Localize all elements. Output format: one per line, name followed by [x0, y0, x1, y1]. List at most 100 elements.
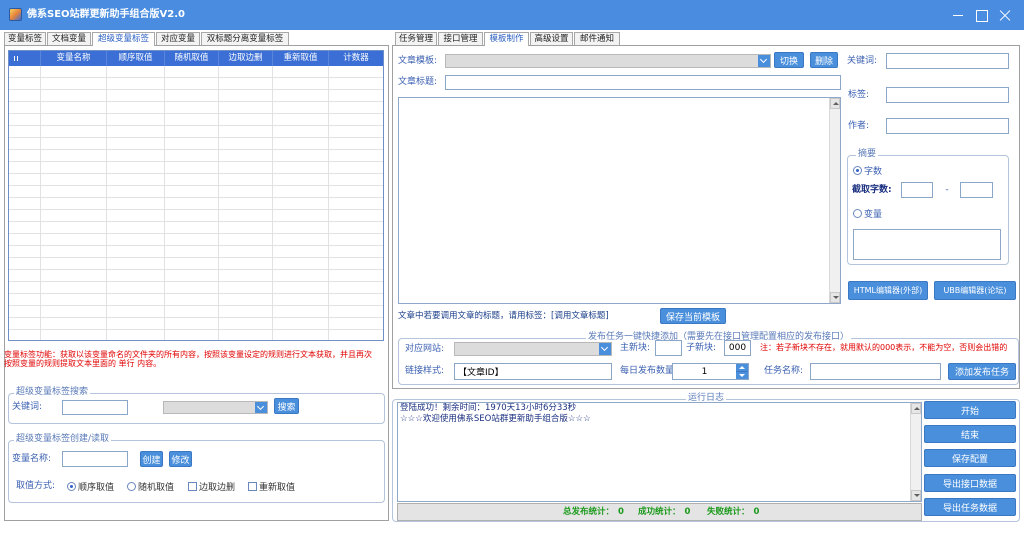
checkbox-take-and-delete[interactable]: [188, 482, 197, 491]
abstract-variable-textarea[interactable]: [853, 229, 1001, 260]
mode-option-sequential[interactable]: 顺序取值: [67, 480, 114, 493]
col-header-sequential[interactable]: 顺序取值: [107, 51, 165, 66]
search-keyword-label: 关键词:: [12, 402, 43, 412]
scroll-down-icon[interactable]: [911, 490, 921, 501]
stepper-up-icon[interactable]: [736, 364, 748, 372]
tab-api-management[interactable]: 接口管理: [438, 32, 483, 45]
chevron-down-icon[interactable]: [599, 343, 611, 355]
save-template-button[interactable]: 保存当前模板: [660, 308, 726, 324]
abstract-option-variable[interactable]: 变量: [853, 207, 883, 220]
export-task-data-button[interactable]: 导出任务数据: [924, 498, 1016, 516]
mode-option-reset[interactable]: 重新取值: [248, 480, 295, 493]
tags-input[interactable]: [886, 87, 1009, 103]
fail-value: 0: [753, 507, 760, 517]
checkbox-reset[interactable]: [248, 482, 257, 491]
minimize-icon[interactable]: [950, 8, 966, 22]
save-config-button[interactable]: 保存配置: [924, 449, 1016, 467]
mode-option-random[interactable]: 随机取值: [127, 480, 174, 493]
col-header-random[interactable]: 随机取值: [165, 51, 219, 66]
scroll-up-icon[interactable]: [911, 403, 921, 414]
sub-block-note: 注：若子新块不存在，就用默认的000表示，不能为空，否则会出错的: [760, 343, 1008, 352]
task-name-input[interactable]: [810, 363, 941, 380]
body-scrollbar[interactable]: [829, 98, 840, 303]
daily-count-stepper[interactable]: 1: [672, 363, 749, 380]
chevron-down-icon[interactable]: [758, 55, 770, 67]
row-header-corner-icon[interactable]: [9, 51, 41, 66]
radio-random[interactable]: [127, 482, 136, 491]
length-max-input[interactable]: [960, 182, 993, 198]
mode-option-label: 随机取值: [138, 483, 175, 493]
length-range-label: 截取字数:: [852, 185, 892, 195]
value-mode-label: 取值方式:: [16, 481, 56, 491]
article-body-editor[interactable]: [398, 97, 841, 304]
tags-label: 标签:: [848, 90, 870, 100]
log-scrollbar[interactable]: [910, 403, 921, 501]
create-button[interactable]: 创建: [140, 451, 163, 467]
start-button[interactable]: 开始: [924, 401, 1016, 419]
abstract-option-label: 字数: [864, 166, 883, 177]
keyword-label: 关键词:: [847, 56, 878, 66]
log-line: 登陆成功！剩余时间：1970天13小时6分33秒: [400, 403, 577, 413]
scroll-up-icon[interactable]: [830, 98, 840, 109]
chevron-down-icon[interactable]: [255, 402, 267, 413]
tab-email-notification[interactable]: 邮件通知: [574, 32, 620, 45]
search-category-dropdown[interactable]: [163, 401, 268, 414]
abstract-option-length[interactable]: 字数: [853, 164, 883, 177]
tab-advanced-settings[interactable]: 高级设置: [530, 32, 573, 45]
fail-label: 失败统计：: [707, 507, 750, 517]
col-header-counter[interactable]: 计数器: [329, 51, 383, 66]
edit-button[interactable]: 修改: [169, 451, 192, 467]
tab-mapped-variables[interactable]: 对应变量: [156, 32, 200, 45]
col-header-reset[interactable]: 重新取值: [273, 51, 329, 66]
variable-table[interactable]: 变量名称 顺序取值 随机取值 边取边删 重新取值 计数器: [8, 50, 384, 341]
keyword-input[interactable]: [886, 53, 1009, 69]
sub-block-input[interactable]: [724, 340, 751, 356]
abstract-option-label: 变量: [864, 209, 883, 220]
scroll-down-icon[interactable]: [830, 292, 840, 303]
link-style-input[interactable]: [454, 363, 612, 380]
radio-variable[interactable]: [853, 208, 862, 218]
main-block-label: 主新块:: [620, 343, 651, 353]
export-api-data-button[interactable]: 导出接口数据: [924, 474, 1016, 492]
template-dropdown[interactable]: [445, 54, 771, 68]
table-body[interactable]: [9, 66, 383, 340]
table-header: 变量名称 顺序取值 随机取值 边取边删 重新取值 计数器: [9, 51, 383, 66]
close-icon[interactable]: [997, 8, 1013, 22]
delete-template-button[interactable]: 删除: [810, 52, 838, 68]
fail-stat: 失败统计： 0: [707, 504, 759, 520]
search-keyword-input[interactable]: [62, 400, 128, 415]
tab-dual-title-variables[interactable]: 双标题分离变量标签: [201, 32, 289, 45]
maximize-icon[interactable]: [973, 8, 989, 22]
article-title-input[interactable]: [445, 75, 841, 90]
log-output[interactable]: 登陆成功！剩余时间：1970天13小时6分33秒 ☆☆☆欢迎使用佛系SEO站群更…: [397, 402, 922, 502]
mode-option-take-and-delete[interactable]: 边取边删: [188, 480, 235, 493]
stop-button[interactable]: 结束: [924, 425, 1016, 443]
site-label: 对应网站:: [405, 344, 445, 354]
switch-template-button[interactable]: 切换: [774, 52, 804, 68]
ubb-editor-button[interactable]: UBB编辑器(论坛): [934, 281, 1016, 300]
create-group-title: 超级变量标签创建/读取: [14, 434, 112, 445]
search-button[interactable]: 搜索: [274, 398, 299, 414]
total-publish-label: 总发布统计：: [563, 507, 615, 517]
main-block-input[interactable]: [655, 340, 682, 356]
radio-sequential[interactable]: [67, 482, 76, 491]
tab-super-variable-tags[interactable]: 超级变量标签: [92, 32, 155, 46]
daily-count-value[interactable]: 1: [673, 364, 736, 379]
col-header-take-and-delete[interactable]: 边取边删: [219, 51, 273, 66]
mode-option-label: 边取边删: [199, 483, 236, 493]
tab-task-management[interactable]: 任务管理: [395, 32, 437, 45]
add-publish-task-button[interactable]: 添加发布任务: [948, 363, 1016, 380]
radio-length[interactable]: [853, 165, 862, 175]
author-input[interactable]: [886, 118, 1009, 134]
site-dropdown[interactable]: [454, 342, 612, 356]
html-editor-button[interactable]: HTML编辑器(外部): [848, 281, 928, 300]
col-header-variable-name[interactable]: 变量名称: [41, 51, 107, 66]
title-bar[interactable]: 佛系SEO站群更新助手组合版V2.0: [0, 0, 1024, 30]
total-publish-value: 0: [618, 507, 624, 517]
length-min-input[interactable]: [901, 182, 933, 198]
stepper-down-icon[interactable]: [736, 371, 748, 379]
variable-name-input[interactable]: [62, 451, 128, 467]
tab-document-variables[interactable]: 文档变量: [47, 32, 91, 45]
tab-template-editor[interactable]: 模板制作: [484, 32, 529, 46]
tab-variable-tags[interactable]: 变量标签: [4, 32, 46, 45]
